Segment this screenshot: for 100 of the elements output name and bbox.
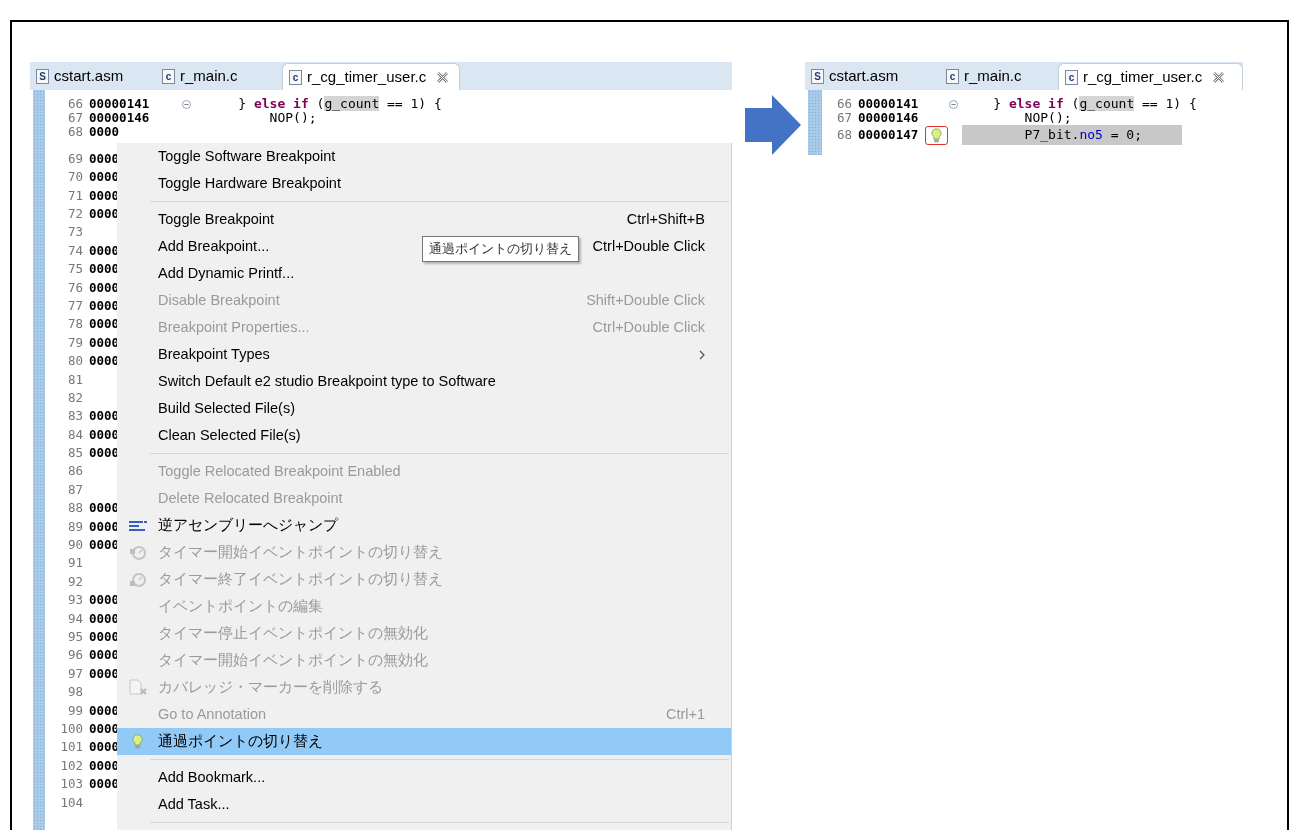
address: 0000	[89, 664, 120, 683]
address: 0000	[89, 315, 120, 334]
shortcut-label: Ctrl+Shift+B	[626, 209, 705, 229]
code-line: } else if (g_count == 1) {	[992, 95, 1197, 112]
address: 0000	[89, 186, 120, 205]
file-icon: S	[811, 69, 824, 84]
address: 0000	[89, 149, 120, 168]
address: 0000	[89, 241, 120, 260]
editor-tab[interactable]: S cstart.asm	[805, 63, 940, 90]
editor-tab[interactable]: c r_main.c	[940, 63, 1058, 90]
menu-item[interactable]: Toggle Software Breakpoint	[117, 143, 705, 170]
menu-item[interactable]: Build Selected File(s)	[117, 395, 705, 422]
editor-tab[interactable]: c r_cg_timer_user.c	[282, 63, 460, 90]
address: 0000	[89, 719, 120, 738]
line-number: 104	[59, 793, 83, 812]
code-line: NOP();	[268, 109, 317, 128]
code-line: } else if (g_count == 1) {	[237, 95, 442, 112]
editor-tab[interactable]: c r_main.c	[156, 63, 282, 90]
menu-item[interactable]: Add Bookmark...	[117, 764, 705, 791]
address: 0000	[89, 591, 120, 610]
timer-icon	[128, 571, 147, 588]
address: 0000	[89, 260, 120, 279]
menu-item[interactable]: Add Dynamic Printf...	[117, 260, 705, 287]
ruler-strip	[808, 90, 822, 155]
editor-tab[interactable]: S cstart.asm	[30, 63, 156, 90]
line-number: 73	[66, 223, 83, 242]
address: 0000	[89, 444, 120, 463]
close-icon[interactable]	[437, 71, 449, 83]
line-number: 99	[66, 701, 83, 720]
line-number: 83	[66, 407, 83, 426]
line-number: 74	[66, 241, 83, 260]
line-number: 94	[66, 609, 83, 628]
line-number: 88	[66, 499, 83, 518]
line-number: 89	[66, 517, 83, 536]
line-number: 82	[66, 388, 83, 407]
close-icon[interactable]	[1213, 71, 1225, 83]
address: 0000	[89, 168, 120, 187]
menu-item[interactable]: Toggle Hardware Breakpoint	[117, 170, 705, 197]
line-number: 81	[66, 370, 83, 389]
address: 0000	[89, 425, 120, 444]
line-number: 80	[66, 352, 83, 371]
line-number: 84	[66, 425, 83, 444]
line-number: 101	[59, 738, 83, 757]
address: 0000	[89, 756, 120, 775]
menu-item[interactable]: Add Task...	[117, 791, 705, 818]
line-number: 75	[66, 260, 83, 279]
menu-item[interactable]: Toggle Breakpoint	[117, 206, 275, 233]
shortcut-label: Ctrl+1	[665, 704, 705, 724]
file-icon: S	[36, 69, 49, 84]
line-number: 72	[66, 205, 83, 223]
line-number: 100	[59, 719, 83, 738]
menu-item[interactable]: Clean Selected File(s)	[117, 422, 705, 449]
line-number: 92	[66, 572, 83, 591]
editor-tab[interactable]: c r_cg_timer_user.c	[1058, 63, 1243, 90]
address: 0000	[89, 333, 120, 352]
line-number: 69	[66, 149, 83, 168]
file-icon: c	[289, 69, 302, 85]
timer-icon	[128, 544, 147, 561]
address: 0000	[89, 775, 120, 794]
line-number: 77	[66, 296, 83, 315]
collapse-icon[interactable]	[182, 99, 191, 109]
line-number: 102	[59, 756, 83, 775]
line-number: 91	[66, 554, 83, 573]
lightbulb-icon	[930, 127, 942, 143]
address: 0000	[89, 609, 120, 628]
lines-icon	[128, 519, 147, 532]
line-number: 78	[66, 315, 83, 334]
line-number: 70	[66, 168, 83, 187]
address: 0000	[89, 407, 120, 426]
line-number: 68	[835, 125, 852, 144]
line-number: 76	[66, 278, 83, 297]
menu-item[interactable]: Switch Default e2 studio Breakpoint type to Software	[117, 368, 705, 395]
menu-item[interactable]: 通過ポイントの切り替え	[117, 728, 731, 755]
line-number: 97	[66, 664, 83, 683]
address: 0000	[89, 352, 120, 371]
line-number: 93	[66, 591, 83, 610]
address: 0000	[89, 738, 120, 757]
file-icon: c	[946, 69, 959, 84]
line-number: 79	[66, 333, 83, 352]
line-number: 98	[66, 683, 83, 702]
menu-item[interactable]: Breakpoint Types	[117, 341, 699, 368]
address: 0000	[89, 646, 120, 665]
line-number: 103	[59, 775, 83, 794]
document-icon	[128, 679, 147, 696]
line-number: 85	[66, 444, 83, 463]
shortcut-label: Ctrl+Double Click	[592, 236, 705, 256]
line-number: 90	[66, 536, 83, 555]
address: 0000	[89, 536, 120, 555]
menu-item[interactable]: 逆アセンブリーへジャンプ	[117, 512, 705, 539]
file-icon: c	[162, 69, 175, 84]
address: 0000	[89, 278, 120, 297]
address: 0000	[89, 205, 120, 223]
line-number: 96	[66, 646, 83, 665]
file-icon: c	[1065, 69, 1078, 85]
shortcut-label: Shift+Double Click	[586, 290, 705, 310]
address: 0000	[89, 499, 120, 518]
collapse-icon[interactable]	[948, 99, 958, 109]
menu-item[interactable]: Add Breakpoint...	[117, 233, 270, 260]
address: 0000	[89, 701, 120, 720]
line-number: 86	[66, 462, 83, 481]
